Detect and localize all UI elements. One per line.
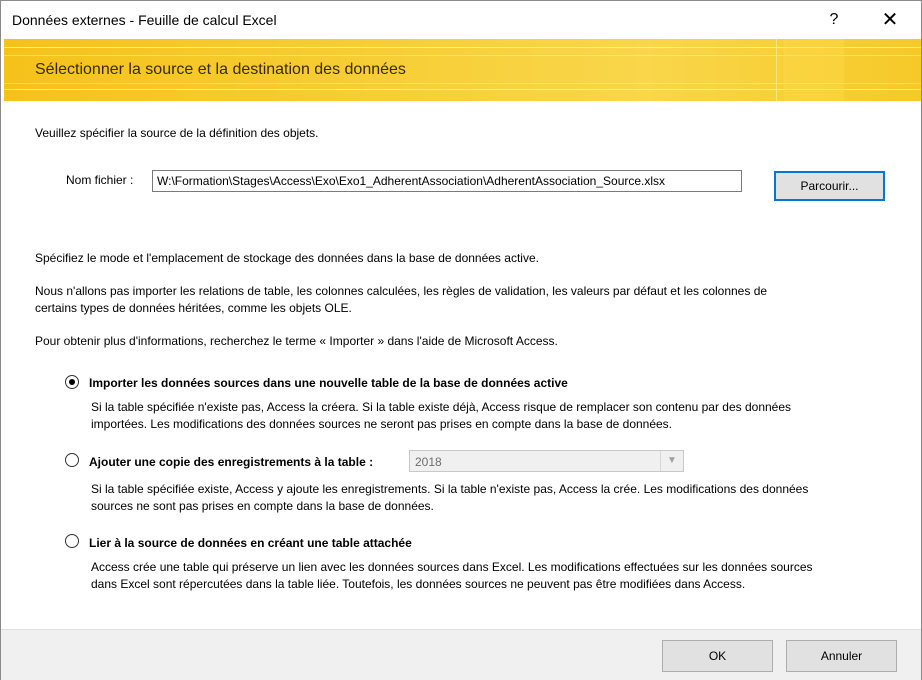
banner-title: Sélectionner la source et la destination… xyxy=(35,61,406,78)
append-option-label[interactable]: Ajouter une copie des enregistrements à … xyxy=(89,455,373,469)
import-option-desc-line1: Si la table spécifiée n'existe pas, Acce… xyxy=(91,400,792,414)
header-banner: Sélectionner la source et la destination… xyxy=(4,39,921,101)
not-imported-text-line1: Nous n'allons pas importer les relations… xyxy=(35,284,768,298)
radio-selected-dot xyxy=(69,379,75,385)
link-option-desc-line2: dans Excel sont répercutées dans la tabl… xyxy=(91,577,746,591)
chevron-down-icon[interactable]: ▼ xyxy=(660,451,683,471)
help-text: Pour obtenir plus d'informations, recher… xyxy=(35,334,558,348)
dialog-window: Données externes - Feuille de calcul Exc… xyxy=(0,0,922,680)
help-button[interactable]: ? xyxy=(811,1,857,39)
table-select[interactable]: 2018 ▼ xyxy=(409,450,684,472)
file-name-input[interactable] xyxy=(152,170,742,192)
link-option-label[interactable]: Lier à la source de données en créant un… xyxy=(89,536,412,550)
window-title: Données externes - Feuille de calcul Exc… xyxy=(12,12,277,28)
title-bar: Données externes - Feuille de calcul Exc… xyxy=(1,1,921,39)
cancel-button[interactable]: Annuler xyxy=(786,640,897,672)
link-radio[interactable] xyxy=(65,534,79,548)
import-option-desc-line2: importées. Les modifications des données… xyxy=(91,417,673,431)
ok-button[interactable]: OK xyxy=(662,640,773,672)
close-button[interactable]: ✕ xyxy=(867,1,913,39)
table-select-value: 2018 xyxy=(415,455,442,469)
file-name-label: Nom fichier : xyxy=(66,173,134,187)
import-option-label[interactable]: Importer les données sources dans une no… xyxy=(89,376,568,390)
source-instruction: Veuillez spécifier la source de la défin… xyxy=(35,126,319,140)
mode-text: Spécifiez le mode et l'emplacement de st… xyxy=(35,251,539,265)
append-radio[interactable] xyxy=(65,453,79,467)
append-option-desc-line2: sources ne sont pas prises en compte dan… xyxy=(91,499,434,513)
dialog-footer xyxy=(1,629,921,680)
link-option-desc-line1: Access crée une table qui préserve un li… xyxy=(91,560,813,574)
import-radio[interactable] xyxy=(65,375,79,389)
not-imported-text-line2: certains types de données héritées, comm… xyxy=(35,301,352,315)
append-option-desc-line1: Si la table spécifiée existe, Access y a… xyxy=(91,482,809,496)
browse-button[interactable]: Parcourir... xyxy=(774,171,885,201)
